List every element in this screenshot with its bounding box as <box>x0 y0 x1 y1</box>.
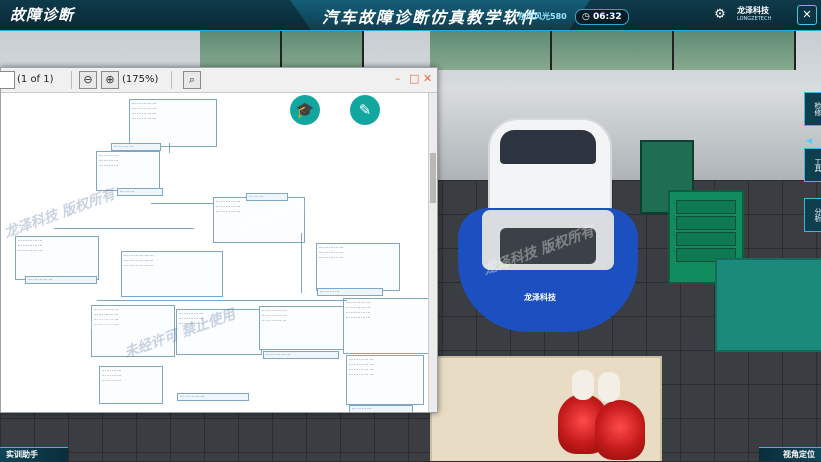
clock-text: 06:32 <box>593 12 622 22</box>
module-title: 故障诊断 <box>10 6 75 24</box>
zoom-level: (175%) <box>122 74 159 85</box>
view-reset-button[interactable]: 视角定位 <box>759 447 821 461</box>
flowchart-box: ··· ··· ··· ··· ··· ··· ··· ··· ··· ··· ··… <box>343 298 429 354</box>
cabinet-drawer <box>676 200 736 214</box>
screwdriver-icon[interactable]: ✎ <box>350 95 380 125</box>
zoom-in-icon[interactable]: ⊕ <box>101 71 119 89</box>
binoculars-icon[interactable]: ⌕ <box>183 71 201 89</box>
flowchart-label: ··· ··· ··· ··· <box>317 288 383 296</box>
vertical-scrollbar[interactable] <box>428 93 437 412</box>
chevron-left-icon[interactable]: ◀ <box>806 136 818 146</box>
side-button-analysis[interactable]: 分析 <box>804 198 821 232</box>
clock-badge: ◷ 06:32 <box>575 9 629 25</box>
flowchart-box: ··· ··· ··· ··· ··· ··· ··· ··· ··· ··· ··… <box>96 151 160 191</box>
toolbar-divider <box>71 71 72 89</box>
fender-cover-logo: 龙泽科技 <box>524 293 556 302</box>
maximize-button[interactable]: □ <box>409 72 419 85</box>
watermark-text: 龙泽科技 版权所有 <box>2 186 118 242</box>
flowchart-box: ··· ··· ··· ··· ··· ··· ··· ··· ··· ··· ··… <box>99 366 163 404</box>
flowchart-connector <box>169 143 170 153</box>
flowchart-connector <box>54 228 194 229</box>
gear-icon[interactable]: ⚙ <box>713 8 727 22</box>
flowchart-box: ··· ··· ··· ··· ··· ··· ··· ··· ··· ··· ··… <box>259 306 345 350</box>
brand-logo: 龙泽科技 LONGZETECH <box>737 7 771 23</box>
minimize-button[interactable]: – <box>395 72 401 85</box>
training-assistant-button[interactable]: 实训助手 <box>0 447 68 462</box>
tail-lamp-part[interactable] <box>595 400 645 460</box>
flowchart-connector <box>301 233 302 293</box>
scrollbar-thumb[interactable] <box>430 153 436 203</box>
brand-sub: LONGZETECH <box>737 16 772 22</box>
page-count: (1 of 1) <box>17 74 54 85</box>
flowchart-box: ··· ··· ··· ··· ··· ··· ··· ··· ··· ··· ··… <box>316 243 400 291</box>
zoom-out-icon[interactable]: ⊖ <box>79 71 97 89</box>
flowchart-box: ··· ··· ··· ··· ··· ··· ··· ··· ··· ··· ··… <box>346 355 424 405</box>
cabinet-drawer <box>676 216 736 230</box>
app-title: 汽车故障诊断仿真教学软件 <box>322 8 539 27</box>
engine-block[interactable] <box>500 228 596 264</box>
flowchart-label: ··· ··· ··· ··· <box>111 143 161 151</box>
flowchart-label: ··· ··· ··· ··· ··· <box>25 276 97 284</box>
brand-name: 龙泽科技 <box>737 6 769 15</box>
clock-icon: ◷ <box>582 12 590 22</box>
flowchart-label: ··· ··· ··· <box>246 193 288 201</box>
flowchart-connector <box>151 203 213 204</box>
header-bar: 故障诊断 汽车故障诊断仿真教学软件 东风风光580 ◷ 06:32 ⚙ 龙泽科技… <box>0 0 821 31</box>
flowchart-label: ··· ··· ··· <box>117 188 163 196</box>
workshop-window <box>282 30 364 70</box>
flowchart-connector <box>97 300 347 301</box>
page-number-input[interactable] <box>0 71 15 89</box>
glove-part[interactable] <box>598 372 620 402</box>
flowchart-box: ··· ··· ··· ··· ··· ··· ··· ··· ··· ··· ··… <box>176 309 262 355</box>
workshop-window <box>200 30 282 70</box>
flowchart-box: ··· ··· ··· ··· ··· ··· ··· ··· ··· ··· ··… <box>15 236 99 280</box>
flowchart-box: ··· ··· ··· ··· ··· ··· ··· ··· ··· ··· ·… <box>121 251 223 297</box>
flowchart-label: ··· ··· ··· ··· ··· <box>263 351 339 359</box>
flowchart-label: ··· ··· ··· ··· ··· <box>177 393 249 401</box>
side-toolbar: 检修 工具 分析 <box>804 92 821 236</box>
vehicle-windshield <box>500 130 596 164</box>
toolbar-divider <box>171 71 172 89</box>
side-button-tools[interactable]: 工具 <box>804 148 821 182</box>
workshop-window <box>552 30 674 70</box>
car-model-label: 东风风光580 <box>518 12 567 21</box>
cabinet-drawer <box>676 232 736 246</box>
glove-part[interactable] <box>572 370 594 400</box>
flowchart-box: ··· ··· ··· ··· ··· ··· ··· ··· ··· ··· ··… <box>213 197 305 243</box>
workbench-cabinet[interactable] <box>715 258 821 352</box>
workshop-window <box>674 30 796 70</box>
close-button[interactable]: ✕ <box>423 72 432 85</box>
flowchart-box: ··· ··· ··· ··· ··· ··· ··· ··· ··· ··· ··… <box>91 305 175 357</box>
workshop-window <box>430 30 552 70</box>
viewer-toolbar: (1 of 1) ⊖ ⊕ (175%) ⌕ – □ ✕ <box>0 68 437 93</box>
flowchart-box: ··· ··· ··· ··· ··· ··· ··· ··· ··· ··· ··… <box>129 99 217 147</box>
flowchart-label: ··· ··· ··· ··· <box>349 405 413 412</box>
close-icon[interactable]: ✕ <box>797 5 817 25</box>
flowchart-document[interactable]: ··· ··· ··· ··· ··· ··· ··· ··· ··· ··· ··… <box>1 93 429 412</box>
graduation-cap-icon[interactable]: 🎓 <box>290 95 320 125</box>
side-button-repair[interactable]: 检修 <box>804 92 821 126</box>
